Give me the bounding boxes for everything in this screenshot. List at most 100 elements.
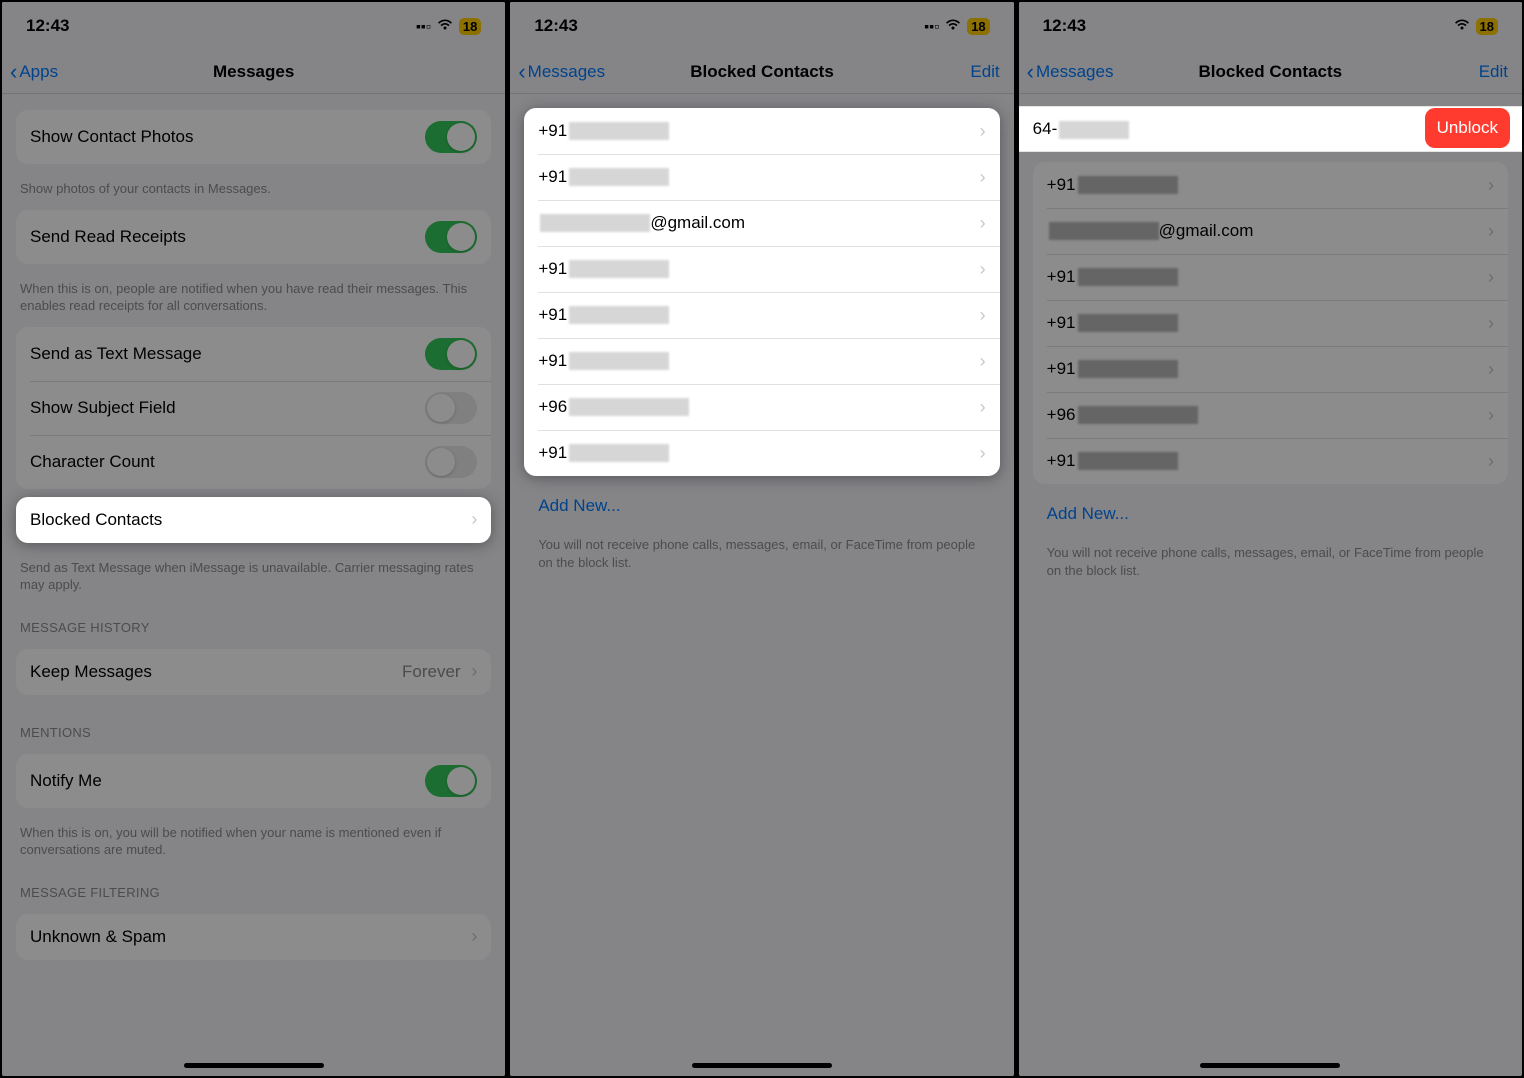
battery-indicator: 18 [967, 18, 989, 35]
contact-prefix: +91 [1047, 175, 1076, 195]
group-mentions: Notify Me [16, 754, 491, 808]
row-blocked-contacts-card: Blocked Contacts › [16, 497, 491, 543]
panel-blocked-contacts-list: 12:43 ▪▪▫ 18 ‹ Messages Blocked Contacts… [508, 0, 1015, 1078]
nav-header: ‹ Messages Blocked Contacts Edit [1019, 50, 1522, 94]
toggle-off-icon[interactable] [425, 446, 477, 478]
home-indicator[interactable] [184, 1063, 324, 1068]
row-blocked-contacts[interactable]: Blocked Contacts › [16, 497, 491, 543]
chevron-right-icon: › [1488, 359, 1494, 380]
blocked-contact-row[interactable]: +91 › [524, 430, 999, 476]
blocked-contact-row[interactable]: +96 › [524, 384, 999, 430]
blocked-contact-row[interactable]: +91 › [524, 154, 999, 200]
chevron-right-icon: › [1488, 451, 1494, 472]
blocked-contact-row[interactable]: +91 › [524, 246, 999, 292]
row-value: Forever [402, 662, 461, 681]
row-unknown-spam[interactable]: Unknown & Spam › [16, 914, 491, 960]
row-send-read-receipts[interactable]: Send Read Receipts [16, 210, 491, 264]
unblock-button[interactable]: Unblock [1425, 108, 1510, 148]
row-character-count[interactable]: Character Count [16, 435, 491, 489]
redacted-text [569, 306, 669, 324]
back-label: Messages [528, 62, 605, 82]
battery-indicator: 18 [1476, 18, 1498, 35]
contact-prefix: +96 [538, 397, 567, 417]
back-button[interactable]: ‹ Messages [518, 50, 605, 93]
home-indicator[interactable] [1200, 1063, 1340, 1068]
blocked-contact-row[interactable]: +91 › [524, 338, 999, 384]
redacted-text [569, 398, 689, 416]
redacted-text [1078, 452, 1178, 470]
edit-button[interactable]: Edit [970, 50, 999, 93]
contact-prefix: +91 [538, 121, 567, 141]
status-indicators: ▪▪▫ 18 [924, 18, 989, 35]
contact-prefix: +91 [538, 351, 567, 371]
contact-prefix: +91 [1047, 267, 1076, 287]
redacted-text [569, 122, 669, 140]
contact-photos-footer: Show photos of your contacts in Messages… [2, 172, 505, 202]
wifi-icon [945, 18, 961, 34]
blocked-contact-row[interactable]: +91 › [1033, 346, 1508, 392]
blocked-contact-row[interactable]: +91 › [1033, 300, 1508, 346]
chevron-right-icon: › [980, 213, 986, 234]
toggle-on-icon[interactable] [425, 765, 477, 797]
add-new-button[interactable]: Add New... [1019, 492, 1522, 536]
group-contact-photos: Show Contact Photos [16, 110, 491, 164]
chevron-right-icon: › [980, 259, 986, 280]
blocked-contact-row[interactable]: +91 › [1033, 162, 1508, 208]
blocked-contact-row[interactable]: +91 › [524, 292, 999, 338]
blocked-list: +91 › +91 › @gmail.com › +91 › +91 › +91… [524, 108, 999, 476]
chevron-right-icon: › [471, 661, 477, 681]
row-notify-me[interactable]: Notify Me [16, 754, 491, 808]
status-indicators: ▪▪▫ 18 [416, 18, 481, 35]
page-title: Messages [213, 62, 294, 82]
group-filtering: Unknown & Spam › [16, 914, 491, 960]
status-time: 12:43 [26, 16, 69, 36]
blocked-content: 64- › +91 › @gmail.com › +91 › +91 › +91 [1019, 94, 1522, 1076]
battery-indicator: 18 [459, 18, 481, 35]
blocked-contact-row[interactable]: +91 › [524, 108, 999, 154]
contact-prefix: +91 [1047, 359, 1076, 379]
chevron-right-icon: › [980, 443, 986, 464]
chevron-right-icon: › [980, 397, 986, 418]
toggle-on-icon[interactable] [425, 121, 477, 153]
row-show-subject[interactable]: Show Subject Field [16, 381, 491, 435]
settings-content: Show Contact Photos Show photos of your … [2, 94, 505, 1076]
redacted-text [569, 352, 669, 370]
row-label: Show Contact Photos [30, 127, 193, 147]
group-history: Keep Messages Forever › [16, 649, 491, 695]
back-button[interactable]: ‹ Apps [10, 50, 58, 93]
chevron-right-icon: › [980, 167, 986, 188]
blocked-list: +91 › @gmail.com › +91 › +91 › +91 › +96… [1033, 162, 1508, 484]
toggle-on-icon[interactable] [425, 338, 477, 370]
blocked-contact-row[interactable]: +91 › [1033, 438, 1508, 484]
redacted-text [1078, 406, 1198, 424]
blocked-contact-row[interactable]: +91 › [1033, 254, 1508, 300]
read-receipts-footer: When this is on, people are notified whe… [2, 272, 505, 319]
back-button[interactable]: ‹ Messages [1027, 50, 1114, 93]
row-label: Character Count [30, 452, 155, 472]
edit-button[interactable]: Edit [1479, 50, 1508, 93]
redacted-text [1078, 314, 1178, 332]
toggle-on-icon[interactable] [425, 221, 477, 253]
home-indicator[interactable] [692, 1063, 832, 1068]
row-label: Send Read Receipts [30, 227, 186, 247]
row-send-as-text[interactable]: Send as Text Message [16, 327, 491, 381]
nav-header: ‹ Apps Messages [2, 50, 505, 94]
chevron-right-icon: › [980, 351, 986, 372]
add-new-button[interactable]: Add New... [510, 484, 1013, 528]
chevron-right-icon: › [1488, 405, 1494, 426]
status-bar: 12:43 ▪▪▫ 18 [510, 2, 1013, 50]
row-keep-messages[interactable]: Keep Messages Forever › [16, 649, 491, 695]
row-label: Send as Text Message [30, 344, 202, 364]
blocked-contact-row[interactable]: +96 › [1033, 392, 1508, 438]
page-title: Blocked Contacts [1199, 62, 1343, 82]
contact-prefix: +91 [538, 305, 567, 325]
redacted-text [1078, 360, 1178, 378]
redacted-text [1059, 121, 1129, 139]
blocked-contact-row[interactable]: @gmail.com › [1033, 208, 1508, 254]
status-indicators: 18 [1454, 18, 1498, 35]
chevron-right-icon: › [1488, 221, 1494, 242]
row-show-contact-photos[interactable]: Show Contact Photos [16, 110, 491, 164]
toggle-off-icon[interactable] [425, 392, 477, 424]
blocked-contact-row[interactable]: @gmail.com › [524, 200, 999, 246]
chevron-right-icon: › [1488, 175, 1494, 196]
